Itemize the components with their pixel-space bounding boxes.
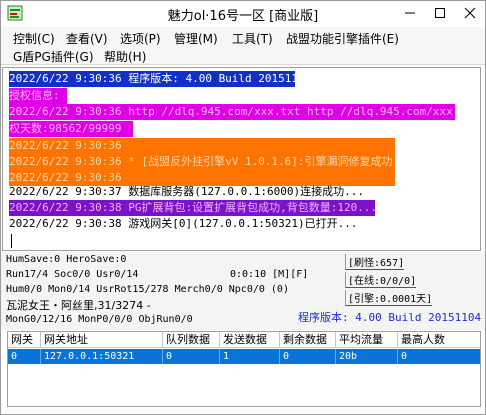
menu-bar: 控制(C) 查看(V) 选项(P) 管理(M) 工具(T) 战盟功能引擎插件(E… [1,27,485,65]
column-header[interactable]: 剩余数据 [280,332,336,348]
hum-text: Hum0/0 Mon0/14 UsrRot15/278 Merch0/0 Npc… [6,284,289,295]
table-cell: 1 [220,349,280,364]
gateway-table[interactable]: 网关 网关地址 队列数据 发送数据 剩余数据 平均流量 最高人数 0 127.0… [7,331,481,407]
log-panel[interactable]: 2022/6/22 9:30:36 程序版本: 4.00 Build 20151… [2,67,481,251]
version-text: 程序版本: 4.00 Build 20151104 [298,311,482,324]
menu-tools[interactable]: 工具(T) [232,30,273,47]
menu-help[interactable]: 帮助(H) [104,48,146,65]
menu-manage[interactable]: 管理(M) [174,30,218,47]
run-text: Run17/4 Soc0/0 Usr0/14 [6,269,139,280]
menu-g-plugin[interactable]: G盾PG插件(G) [13,48,94,65]
menu-plugins[interactable]: 战盟功能引擎插件(E) [286,30,399,47]
uptime-text: 0:0:10 [M][F] [230,269,309,280]
table-header: 网关 网关地址 队列数据 发送数据 剩余数据 平均流量 最高人数 [8,332,480,348]
close-icon[interactable] [455,1,485,25]
log-line: 权天数:98562/99999 [9,121,133,137]
log-line: 2022/6/22 9:30:36 程序版本: 4.00 Build 20151… [9,71,295,87]
log-line: 2022/6/22 9:30:38 游戏网关[0](127.0.0.1:5032… [9,217,358,230]
minimize-icon[interactable] [395,1,425,25]
table-cell: 0 [8,349,41,364]
menu-options[interactable]: 选项(P) [120,30,161,47]
column-header[interactable]: 网关 [8,332,41,348]
column-header[interactable]: 队列数据 [163,332,220,348]
log-line: 授权信息: [9,88,67,104]
table-cell: 0 [280,349,336,364]
table-cell: 127.0.0.1:50321 [41,349,163,364]
refresh-count: [刷怪:657] [345,254,405,270]
column-header[interactable]: 发送数据 [220,332,280,348]
title-bar[interactable]: 魅力ol·16号一区 [商业版] [1,1,485,27]
menu-view[interactable]: 查看(V) [66,30,108,47]
table-row[interactable]: 0 127.0.0.1:50321 0 1 0 20b 0 [8,349,480,364]
log-line: 2022/6/22 9:30:36 [9,138,395,154]
boss-text: 瓦泥女王・阿丝里,31/3274 - [6,299,151,312]
online-count: [在线:0/0/0] [345,272,417,288]
status-panel: HumSave:0 HeroSave:0 Run17/4 Soc0/0 Usr0… [1,252,485,330]
maximize-icon[interactable] [425,1,455,25]
humsave-text: HumSave:0 HeroSave:0 [6,254,127,265]
text-caret [11,234,12,248]
log-line: 2022/6/22 9:30:36 http //dlq.945.com/xxx… [9,104,455,120]
table-cell: 0 [163,349,220,364]
log-line: 2022/6/22 9:30:37 数据库服务器(127.0.0.1:6000)… [9,185,365,198]
column-header[interactable]: 平均流量 [336,332,398,348]
server-window: 魅力ol·16号一区 [商业版] 控制(C) 查看(V) 选项(P) 管理(M)… [0,0,486,415]
log-line: 2022/6/22 9:30:36 * [战盟反外挂引擎vV 1.0.1.6]:… [9,154,395,170]
engine-days: [引擎:0.0001天] [345,290,433,306]
mon-text: MonG0/12/16 MonP0/0/0 ObjRun0/0 [6,314,193,325]
table-cell: 0 [398,349,480,364]
menu-control[interactable]: 控制(C) [13,30,55,47]
column-header[interactable]: 网关地址 [41,332,163,348]
column-header[interactable]: 最高人数 [398,332,480,348]
log-line: 2022/6/22 9:30:38 PG扩展背包:设置扩展背包成功,背包数量:1… [9,200,375,216]
table-cell: 20b [336,349,398,364]
